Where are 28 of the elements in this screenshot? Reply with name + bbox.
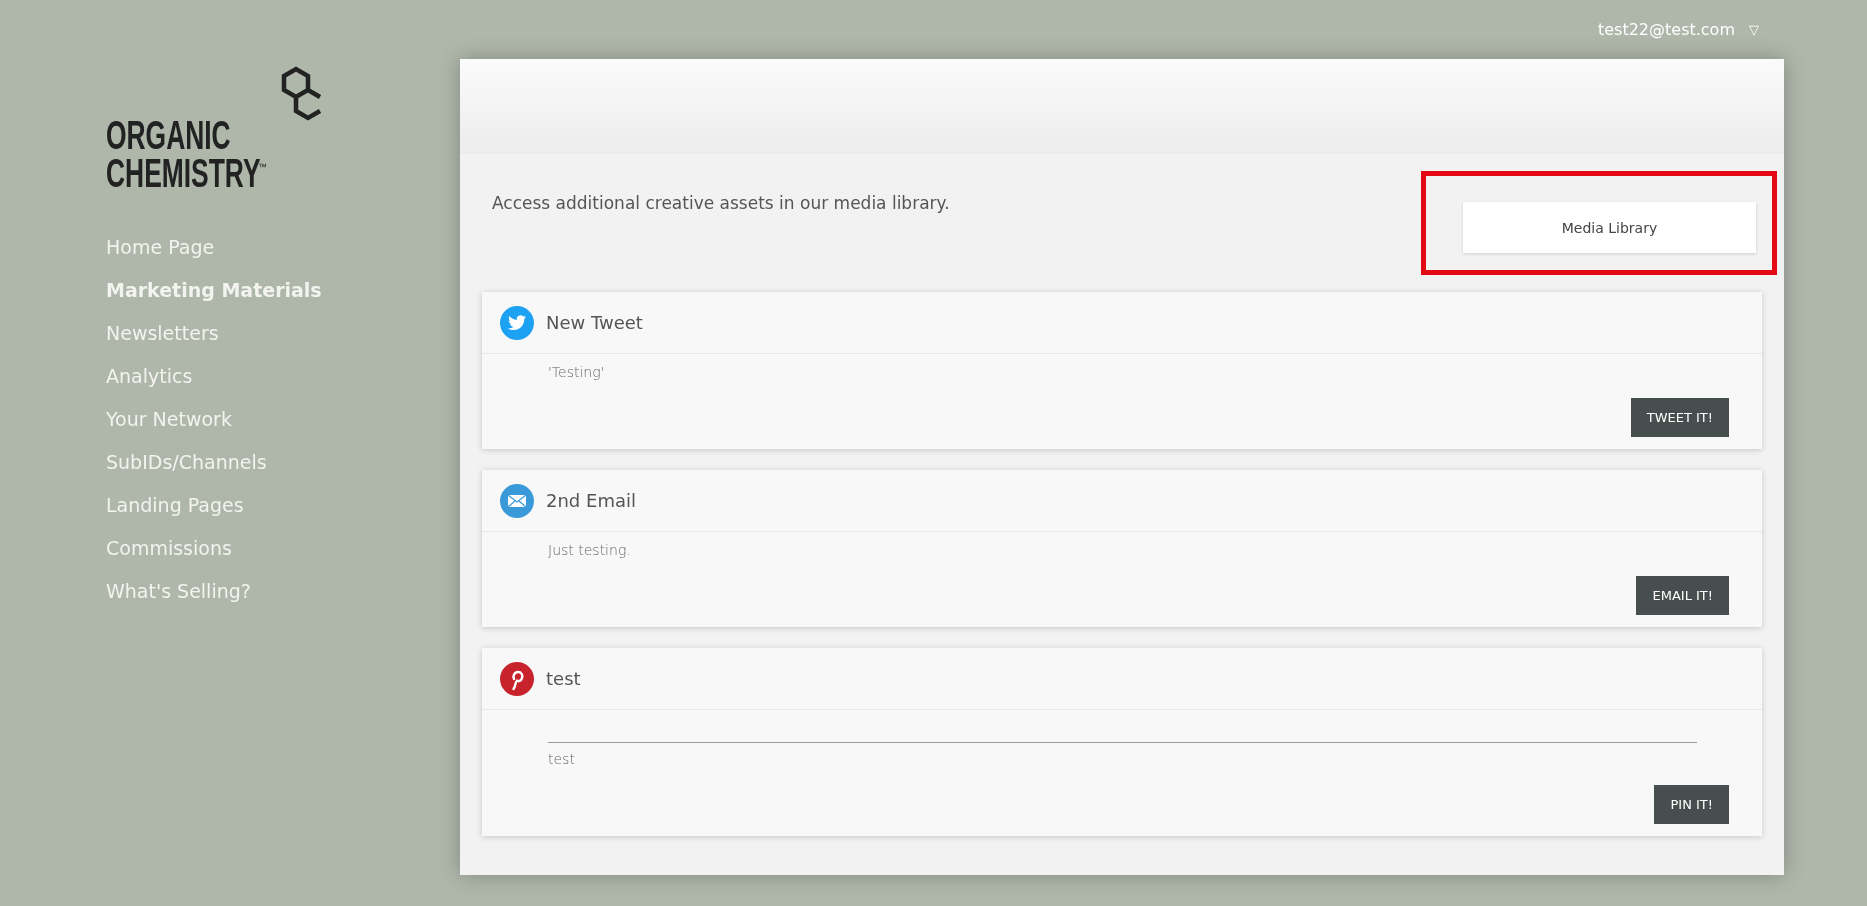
sidebar-link[interactable]: Marketing Materials (106, 269, 322, 312)
share-button[interactable]: TWEET IT! (1630, 398, 1729, 437)
sidebar-link[interactable]: Newsletters (106, 312, 219, 355)
sidebar-link[interactable]: What's Selling? (106, 570, 251, 613)
trademark-text: ™ (258, 162, 268, 172)
logo-text: CHEMISTRY (106, 154, 261, 192)
sidebar-link[interactable]: Commissions (106, 527, 232, 570)
user-email-link[interactable]: test22@test.com (1597, 20, 1735, 39)
envelope-icon (500, 483, 534, 518)
post-title: test (546, 668, 581, 689)
post-text: test (548, 751, 576, 767)
logo-text: ORGANIC (106, 116, 231, 154)
post-text: 'Testing' (548, 364, 606, 380)
sidebar-link[interactable]: Analytics (106, 355, 193, 398)
share-button[interactable]: EMAIL IT! (1636, 576, 1729, 615)
share-button[interactable]: PIN IT! (1654, 785, 1729, 824)
media-library-text: Access additional creative assets in our media library. (492, 193, 950, 213)
post-title: 2nd Email (546, 490, 636, 511)
sidebar-link[interactable]: SubIDs/Channels (106, 441, 267, 484)
post-title: New Tweet (546, 312, 643, 333)
dropdown-caret[interactable]: ▽ (1749, 22, 1759, 37)
pin-logo-icon (500, 661, 534, 696)
sidebar-link[interactable]: Home Page (106, 226, 215, 269)
post-text: Just testing. (548, 542, 632, 558)
media-library-button[interactable]: Media Library (1463, 202, 1756, 253)
sidebar-link[interactable]: Landing Pages (106, 484, 244, 527)
bird-icon (500, 305, 534, 340)
sidebar-link[interactable]: Your Network (106, 398, 232, 441)
